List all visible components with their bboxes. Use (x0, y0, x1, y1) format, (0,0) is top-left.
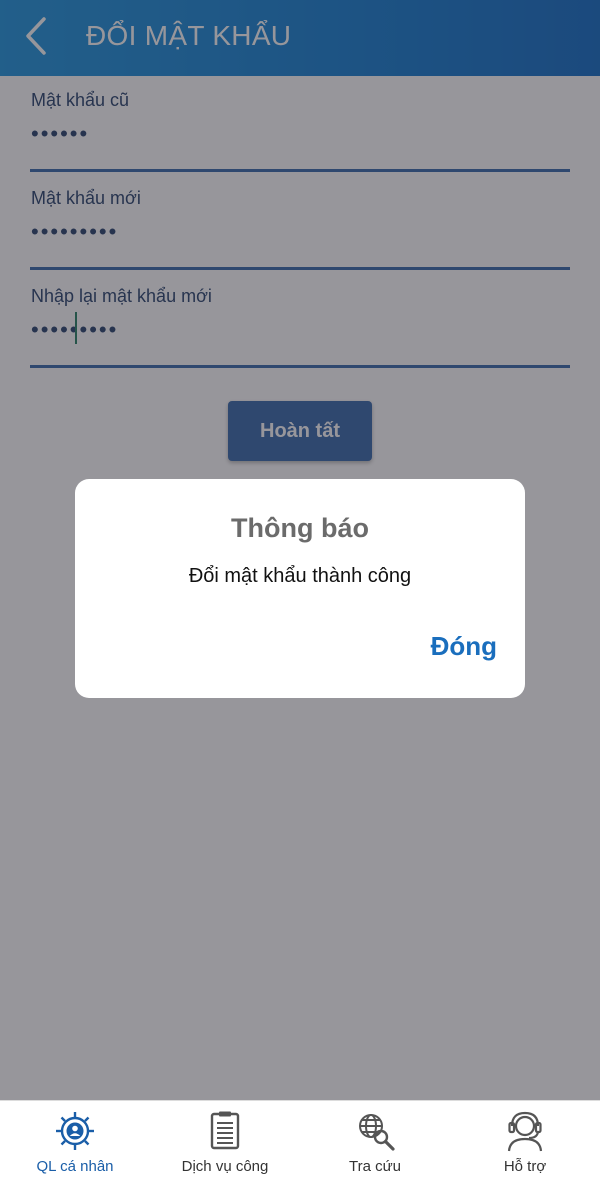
nav-label-personal: QL cá nhân (36, 1158, 114, 1175)
dialog-message: Đổi mật khẩu thành công (188, 565, 412, 587)
nav-item-personal[interactable]: QL cá nhân (0, 1101, 150, 1197)
nav-item-support[interactable]: Hỗ trợ (450, 1101, 600, 1197)
nav-item-public-services[interactable]: Dịch vụ công (150, 1101, 300, 1197)
nav-label-support: Hỗ trợ (503, 1158, 547, 1175)
user-gear-icon (56, 1112, 94, 1150)
notification-dialog: Thông báo Đổi mật khẩu thành công Đóng (75, 479, 525, 698)
nav-item-lookup[interactable]: Tra cứu (300, 1101, 450, 1197)
globe-search-icon (359, 1114, 395, 1151)
nav-label-public-services: Dịch vụ công (181, 1158, 269, 1175)
bottom-navigation: QL cá nhân Dịch vụ công Tra cứu Hỗ trợ (0, 1100, 600, 1197)
dialog-title: Thông báo (231, 513, 369, 543)
dialog-close-button[interactable]: Đóng (431, 631, 497, 662)
clipboard-icon (210, 1111, 240, 1150)
nav-label-lookup: Tra cứu (349, 1158, 401, 1175)
support-headset-icon (507, 1111, 543, 1152)
